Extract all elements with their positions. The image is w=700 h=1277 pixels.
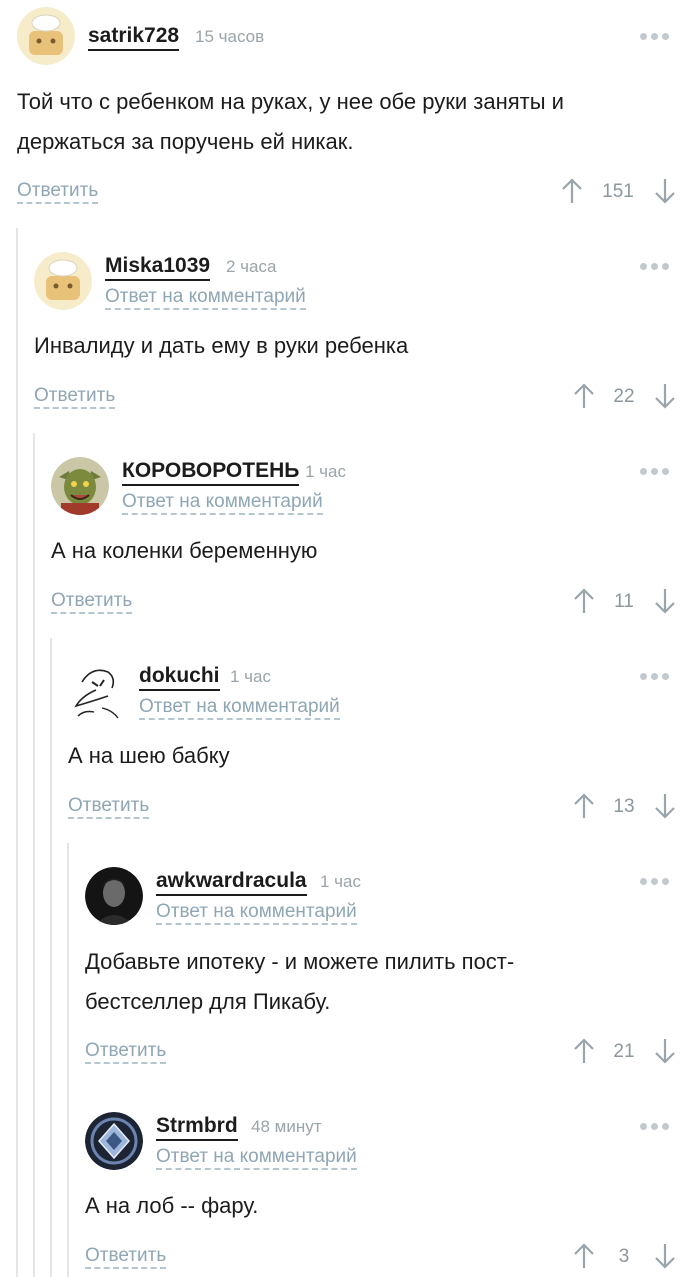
rating-count: 151 — [602, 181, 634, 202]
downvote-arrow-icon[interactable] — [653, 177, 677, 205]
rating-count: 3 — [618, 1246, 630, 1267]
reply-to-link[interactable]: Ответ на комментарий — [139, 696, 340, 720]
upvote-arrow-icon[interactable] — [572, 382, 596, 410]
cookie-chef-avatar-icon[interactable] — [34, 252, 92, 310]
thread-line — [50, 638, 52, 1277]
username[interactable]: Miska1039 — [105, 254, 211, 281]
duck-sketch-avatar-icon[interactable] — [68, 662, 126, 720]
more-options-icon[interactable] — [640, 263, 669, 270]
timestamp: 1 час — [230, 667, 271, 686]
more-options-icon[interactable] — [640, 468, 669, 475]
rating-count: 11 — [614, 591, 634, 612]
more-options-icon[interactable] — [640, 878, 669, 885]
thread-line — [33, 433, 35, 1277]
reply-link[interactable]: Ответить — [68, 795, 150, 819]
reply-to-link[interactable]: Ответ на комментарий — [122, 491, 323, 515]
more-options-icon[interactable] — [640, 1123, 669, 1130]
reply-link[interactable]: Ответить — [85, 1040, 167, 1064]
downvote-arrow-icon[interactable] — [653, 792, 677, 820]
upvote-arrow-icon[interactable] — [572, 587, 596, 615]
thread-line — [16, 228, 18, 1277]
upvote-arrow-icon[interactable] — [560, 177, 584, 205]
reply-link[interactable]: Ответить — [85, 1245, 167, 1269]
reply-link[interactable]: Ответить — [34, 385, 116, 409]
timestamp: 15 часов — [195, 27, 265, 46]
comment-text: А на лоб -- фару. — [85, 1193, 259, 1218]
goblin-avatar-icon[interactable] — [51, 457, 109, 515]
rating-count: 21 — [613, 1041, 635, 1062]
timestamp: 48 минут — [251, 1117, 322, 1136]
timestamp: 1 час — [320, 872, 361, 891]
timestamp: 2 часа — [226, 257, 277, 276]
reply-link[interactable]: Ответить — [17, 180, 99, 204]
upvote-arrow-icon[interactable] — [572, 792, 596, 820]
username[interactable]: Strmbrd — [156, 1114, 238, 1141]
more-options-icon[interactable] — [640, 33, 669, 40]
comment-text: А на шею бабку — [68, 743, 230, 768]
rating-count: 22 — [613, 386, 635, 407]
thread-line — [67, 843, 69, 1277]
comment-text: Той что с ребенком на руках, у нее обе р… — [17, 89, 564, 154]
dark-portrait-avatar-icon[interactable] — [85, 867, 143, 925]
reply-to-link[interactable]: Ответ на комментарий — [156, 1146, 357, 1170]
cookie-chef-avatar-icon[interactable] — [17, 7, 75, 65]
downvote-arrow-icon[interactable] — [653, 1242, 677, 1270]
downvote-arrow-icon[interactable] — [653, 587, 677, 615]
upvote-arrow-icon[interactable] — [572, 1037, 596, 1065]
reply-link[interactable]: Ответить — [51, 590, 133, 614]
comment-text: А на коленки беременную — [51, 538, 318, 563]
upvote-arrow-icon[interactable] — [572, 1242, 596, 1270]
downvote-arrow-icon[interactable] — [653, 382, 677, 410]
username[interactable]: dokuchi — [139, 664, 220, 691]
username[interactable]: satrik728 — [88, 24, 180, 51]
reply-to-link[interactable]: Ответ на комментарий — [105, 286, 306, 310]
timestamp: 1 час — [305, 462, 346, 481]
downvote-arrow-icon[interactable] — [653, 1037, 677, 1065]
rating-count: 13 — [613, 796, 635, 817]
comment-text: Добавьте ипотеку - и можете пилить пост-… — [85, 949, 515, 1014]
comment-text: Инвалиду и дать ему в руки ребенка — [34, 333, 409, 358]
username[interactable]: КОРОВОРОТЕНЬ — [122, 459, 300, 486]
more-options-icon[interactable] — [640, 673, 669, 680]
reply-to-link[interactable]: Ответ на комментарий — [156, 901, 357, 925]
rank-badge-avatar-icon[interactable] — [85, 1112, 143, 1170]
username[interactable]: awkwardracula — [156, 869, 307, 896]
